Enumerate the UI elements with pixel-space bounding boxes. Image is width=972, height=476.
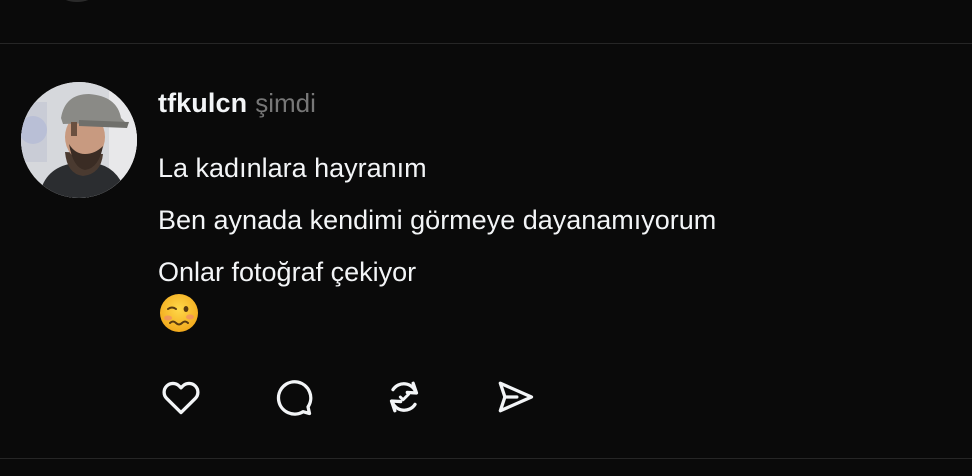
post-text-line-1: La kadınlara hayranım xyxy=(158,153,427,183)
username[interactable]: tfkulcn xyxy=(158,88,247,119)
avatar[interactable] xyxy=(21,82,137,198)
divider-bottom xyxy=(0,458,972,459)
repost-icon xyxy=(389,381,419,413)
share-button[interactable] xyxy=(492,374,538,420)
reply-button[interactable] xyxy=(270,374,316,420)
post-header: tfkulcn şimdi xyxy=(158,88,316,120)
thread-post[interactable]: tfkulcn şimdi La kadınlara hayranım Ben … xyxy=(0,44,972,458)
like-button[interactable] xyxy=(158,374,204,420)
timestamp: şimdi xyxy=(255,88,316,118)
send-icon xyxy=(498,381,534,413)
woozy-face-emoji xyxy=(158,292,200,334)
repost-button[interactable] xyxy=(381,374,427,420)
post-text-line-2: Ben aynada kendimi görmeye dayanamıyorum xyxy=(158,205,717,235)
profile-photo xyxy=(21,82,137,198)
previous-post-edge xyxy=(0,0,972,44)
previous-avatar-edge xyxy=(60,0,94,2)
post-text-line-3: Onlar fotoğraf çekiyor xyxy=(158,257,417,287)
comment-icon xyxy=(276,380,313,416)
heart-icon xyxy=(162,381,200,415)
post-body: La kadınlara hayranım Ben aynada kendimi… xyxy=(158,142,716,298)
